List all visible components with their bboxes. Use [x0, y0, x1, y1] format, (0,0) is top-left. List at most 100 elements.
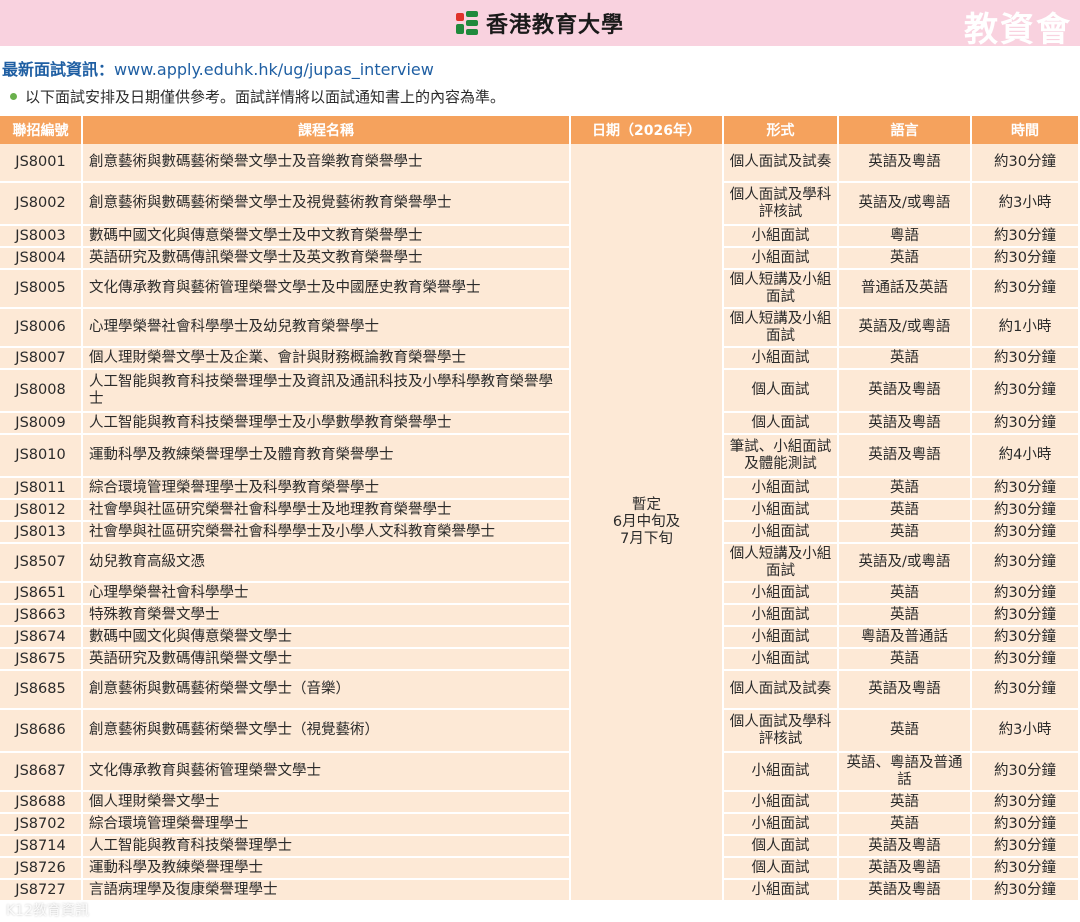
interview-duration: 約30分鐘 [972, 880, 1080, 902]
table-row: JS8663 特殊教育榮譽文學士 小組面試 英語 約30分鐘 [0, 605, 1080, 627]
programme-code: JS8674 [0, 627, 83, 649]
programme-code: JS8686 [0, 710, 83, 753]
date-line: 7月下旬 [620, 530, 673, 547]
header-code: 聯招編號 [0, 116, 83, 144]
interview-duration: 約3小時 [972, 710, 1080, 753]
programme-code: JS8685 [0, 671, 83, 710]
programme-name: 創意藝術與數碼藝術榮譽文學士（視覺藝術） [83, 710, 571, 753]
interview-format: 個人短講及小組面試 [724, 270, 839, 309]
programme-code: JS8507 [0, 544, 83, 583]
table-row: JS8714 人工智能與教育科技榮譽理學士 個人面試 英語及粵語 約30分鐘 [0, 836, 1080, 858]
date-line: 6月中旬及 [612, 513, 681, 530]
programme-code: JS8663 [0, 605, 83, 627]
programme-name: 個人理財榮譽文學士及企業、會計與財務概論教育榮譽學士 [83, 348, 571, 370]
programme-name: 社會學與社區研究榮譽社會科學學士及小學人文科教育榮譽學士 [83, 522, 571, 544]
table-row: JS8004 英語研究及數碼傳訊榮譽文學士及英文教育榮譽學士 小組面試 英語 約30分鐘 [0, 248, 1080, 270]
interview-info-line: 最新面試資訊：www.apply.eduhk.hk/ug/jupas_inter… [0, 46, 1080, 80]
brand: 香港教育大學 [455, 7, 624, 39]
table-row: JS8001 創意藝術與數碼藝術榮譽文學士及音樂教育榮譽學士 暫定 6月中旬及 7月下旬… [0, 144, 1080, 902]
interview-language: 英語及粵語 [839, 435, 972, 478]
programme-name: 運動科學及教練榮譽理學士及體育教育榮譽學士 [83, 435, 571, 478]
programme-name: 人工智能與教育科技榮譽理學士及資訊及通訊科技及小學科學教育榮譽學士 [83, 370, 571, 413]
programme-code: JS8003 [0, 226, 83, 248]
interview-duration: 約30分鐘 [972, 270, 1080, 309]
programme-code: JS8675 [0, 649, 83, 671]
watermark: K12教育資訊 [6, 903, 89, 919]
interview-duration: 約30分鐘 [972, 753, 1080, 792]
interview-format: 小組面試 [724, 522, 839, 544]
header-language: 語言 [839, 116, 972, 144]
programme-code: JS8009 [0, 413, 83, 435]
interview-duration: 約30分鐘 [972, 858, 1080, 880]
table-row: JS8688 個人理財榮譽文學士 小組面試 英語 約30分鐘 [0, 792, 1080, 814]
date-line: 暫定 [632, 496, 661, 513]
interview-language: 粵語及普通話 [839, 627, 972, 649]
programme-name: 社會學與社區研究榮譽社會科學學士及地理教育榮譽學士 [83, 500, 571, 522]
table-row: JS8013 社會學與社區研究榮譽社會科學學士及小學人文科教育榮譽學士 小組面試 英語… [0, 522, 1080, 544]
interview-duration: 約30分鐘 [972, 649, 1080, 671]
programme-name: 心理學榮譽社會科學學士及幼兒教育榮譽學士 [83, 309, 571, 348]
programme-code: JS8726 [0, 858, 83, 880]
interview-format: 小組面試 [724, 627, 839, 649]
interview-duration: 約30分鐘 [972, 370, 1080, 413]
programme-code: JS8010 [0, 435, 83, 478]
interview-language: 英語 [839, 248, 972, 270]
programme-name: 英語研究及數碼傳訊榮譽文學士 [83, 649, 571, 671]
interview-format: 個人短講及小組面試 [724, 544, 839, 583]
interview-table: 聯招編號 課程名稱 日期（2026年） 形式 語言 時間 JS8001 創意藝術與… [0, 116, 1080, 902]
table-row: JS8010 運動科學及教練榮譽理學士及體育教育榮譽學士 筆試、小組面試及體能測試英… [0, 435, 1080, 478]
interview-language: 英語 [839, 710, 972, 753]
programme-code: JS8651 [0, 583, 83, 605]
interview-format: 小組面試 [724, 478, 839, 500]
interview-duration: 約3小時 [972, 183, 1080, 226]
table-header-row: 聯招編號 課程名稱 日期（2026年） 形式 語言 時間 [0, 116, 1080, 144]
interview-format: 小組面試 [724, 792, 839, 814]
interview-duration: 約30分鐘 [972, 226, 1080, 248]
programme-code: JS8688 [0, 792, 83, 814]
table-row: JS8007 個人理財榮譽文學士及企業、會計與財務概論教育榮譽學士 小組面試 英語 約3… [0, 348, 1080, 370]
programme-code: JS8008 [0, 370, 83, 413]
interview-duration: 約30分鐘 [972, 544, 1080, 583]
programme-name: 幼兒教育高級文憑 [83, 544, 571, 583]
table-row: JS8726 運動科學及教練榮譽理學士 個人面試 英語及粵語 約30分鐘 [0, 858, 1080, 880]
interview-format: 小組面試 [724, 814, 839, 836]
interview-format: 小組面試 [724, 753, 839, 792]
programme-name: 數碼中國文化與傳意榮譽文學士 [83, 627, 571, 649]
table-row: JS8009 人工智能與教育科技榮譽理學士及小學數學教育榮譽學士 個人面試 英語及粵語… [0, 413, 1080, 435]
interview-language: 英語 [839, 649, 972, 671]
interview-language: 英語及粵語 [839, 370, 972, 413]
table-row: JS8006 心理學榮譽社會科學學士及幼兒教育榮譽學士 個人短講及小組面試 英語及/或… [0, 309, 1080, 348]
table-row: JS8011 綜合環境管理榮譽理學士及科學教育榮譽學士 小組面試 英語 約30分鐘 [0, 478, 1080, 500]
programme-code: JS8687 [0, 753, 83, 792]
programme-name: 人工智能與教育科技榮譽理學士 [83, 836, 571, 858]
table-row: JS8003 數碼中國文化與傳意榮譽文學士及中文教育榮譽學士 小組面試 粵語 約30分鐘 [0, 226, 1080, 248]
interview-language: 英語 [839, 814, 972, 836]
interview-format: 個人面試及試奏 [724, 671, 839, 710]
interview-language: 英語 [839, 478, 972, 500]
programme-name: 特殊教育榮譽文學士 [83, 605, 571, 627]
interview-language: 英語 [839, 605, 972, 627]
table-row: JS8687 文化傳承教育與藝術管理榮譽文學士 小組面試 英語、粵語及普通話 約30分鐘 [0, 753, 1080, 792]
interview-format: 個人短講及小組面試 [724, 309, 839, 348]
interview-language: 英語 [839, 500, 972, 522]
interview-format: 筆試、小組面試及體能測試 [724, 435, 839, 478]
interview-date-cell: 暫定 6月中旬及 7月下旬 [571, 144, 724, 902]
table-row: JS8008 人工智能與教育科技榮譽理學士及資訊及通訊科技及小學科學教育榮譽學士 個… [0, 370, 1080, 413]
interview-format: 小組面試 [724, 348, 839, 370]
programme-code: JS8001 [0, 144, 83, 183]
interview-format: 小組面試 [724, 226, 839, 248]
programme-code: JS8005 [0, 270, 83, 309]
interview-language: 英語及粵語 [839, 413, 972, 435]
info-url-link[interactable]: www.apply.eduhk.hk/ug/jupas_interview [114, 60, 434, 79]
table-row: JS8002 創意藝術與數碼藝術榮譽文學士及視覺藝術教育榮譽學士 個人面試及學科評核… [0, 183, 1080, 226]
interview-duration: 約30分鐘 [972, 478, 1080, 500]
interview-format: 小組面試 [724, 500, 839, 522]
programme-name: 言語病理學及復康榮譽理學士 [83, 880, 571, 902]
programme-name: 心理學榮譽社會科學學士 [83, 583, 571, 605]
interview-language: 英語及粵語 [839, 836, 972, 858]
programme-name: 綜合環境管理榮譽理學士 [83, 814, 571, 836]
table-row: JS8727 言語病理學及復康榮譽理學士 小組面試 英語及粵語 約30分鐘 [0, 880, 1080, 902]
interview-duration: 約1小時 [972, 309, 1080, 348]
table-row: JS8685 創意藝術與數碼藝術榮譽文學士（音樂） 個人面試及試奏 英語及粵語 約30分… [0, 671, 1080, 710]
interview-format: 個人面試 [724, 836, 839, 858]
